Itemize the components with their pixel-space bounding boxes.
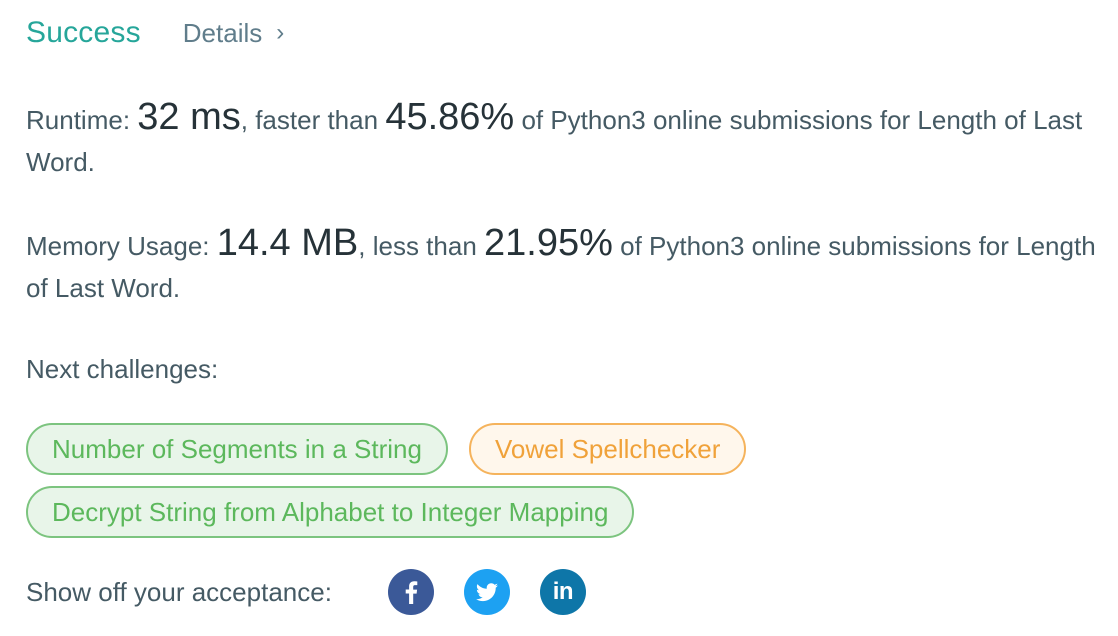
memory-label: Memory Usage: [26,231,210,261]
challenge-tag-easy[interactable]: Decrypt String from Alphabet to Integer … [26,486,635,538]
runtime-label: Runtime: [26,105,131,135]
memory-stat: Memory Usage: 14.4 MB, less than 21.95% … [26,222,1096,309]
memory-comparison: , less than [358,231,477,261]
result-header: Success Details › [26,16,284,50]
memory-value: 14.4 MB [216,222,359,264]
details-label: Details [182,17,263,48]
linkedin-glyph: in [552,578,574,605]
challenge-tag-medium[interactable]: Vowel Spellchecker [468,423,747,475]
share-section: Show off your acceptance: in [26,569,616,615]
next-challenges-list: Number of Segments in a String Vowel Spe… [26,423,926,538]
challenge-tag-easy[interactable]: Number of Segments in a String [26,423,448,475]
runtime-value: 32 ms [137,96,241,138]
runtime-stat: Runtime: 32 ms, faster than 45.86% of Py… [26,96,1096,183]
chevron-right-icon: › [276,19,285,46]
runtime-comparison: , faster than [240,105,379,135]
twitter-icon[interactable] [463,569,510,615]
submission-status: Success [26,16,141,49]
linkedin-icon[interactable]: in [539,569,586,615]
share-label: Show off your acceptance: [26,576,332,607]
memory-percentile: 21.95% [484,222,613,264]
details-link[interactable]: Details › [183,18,284,49]
next-challenges-label: Next challenges: [26,354,219,384]
runtime-percentile: 45.86% [385,96,515,138]
facebook-icon[interactable] [387,569,434,615]
